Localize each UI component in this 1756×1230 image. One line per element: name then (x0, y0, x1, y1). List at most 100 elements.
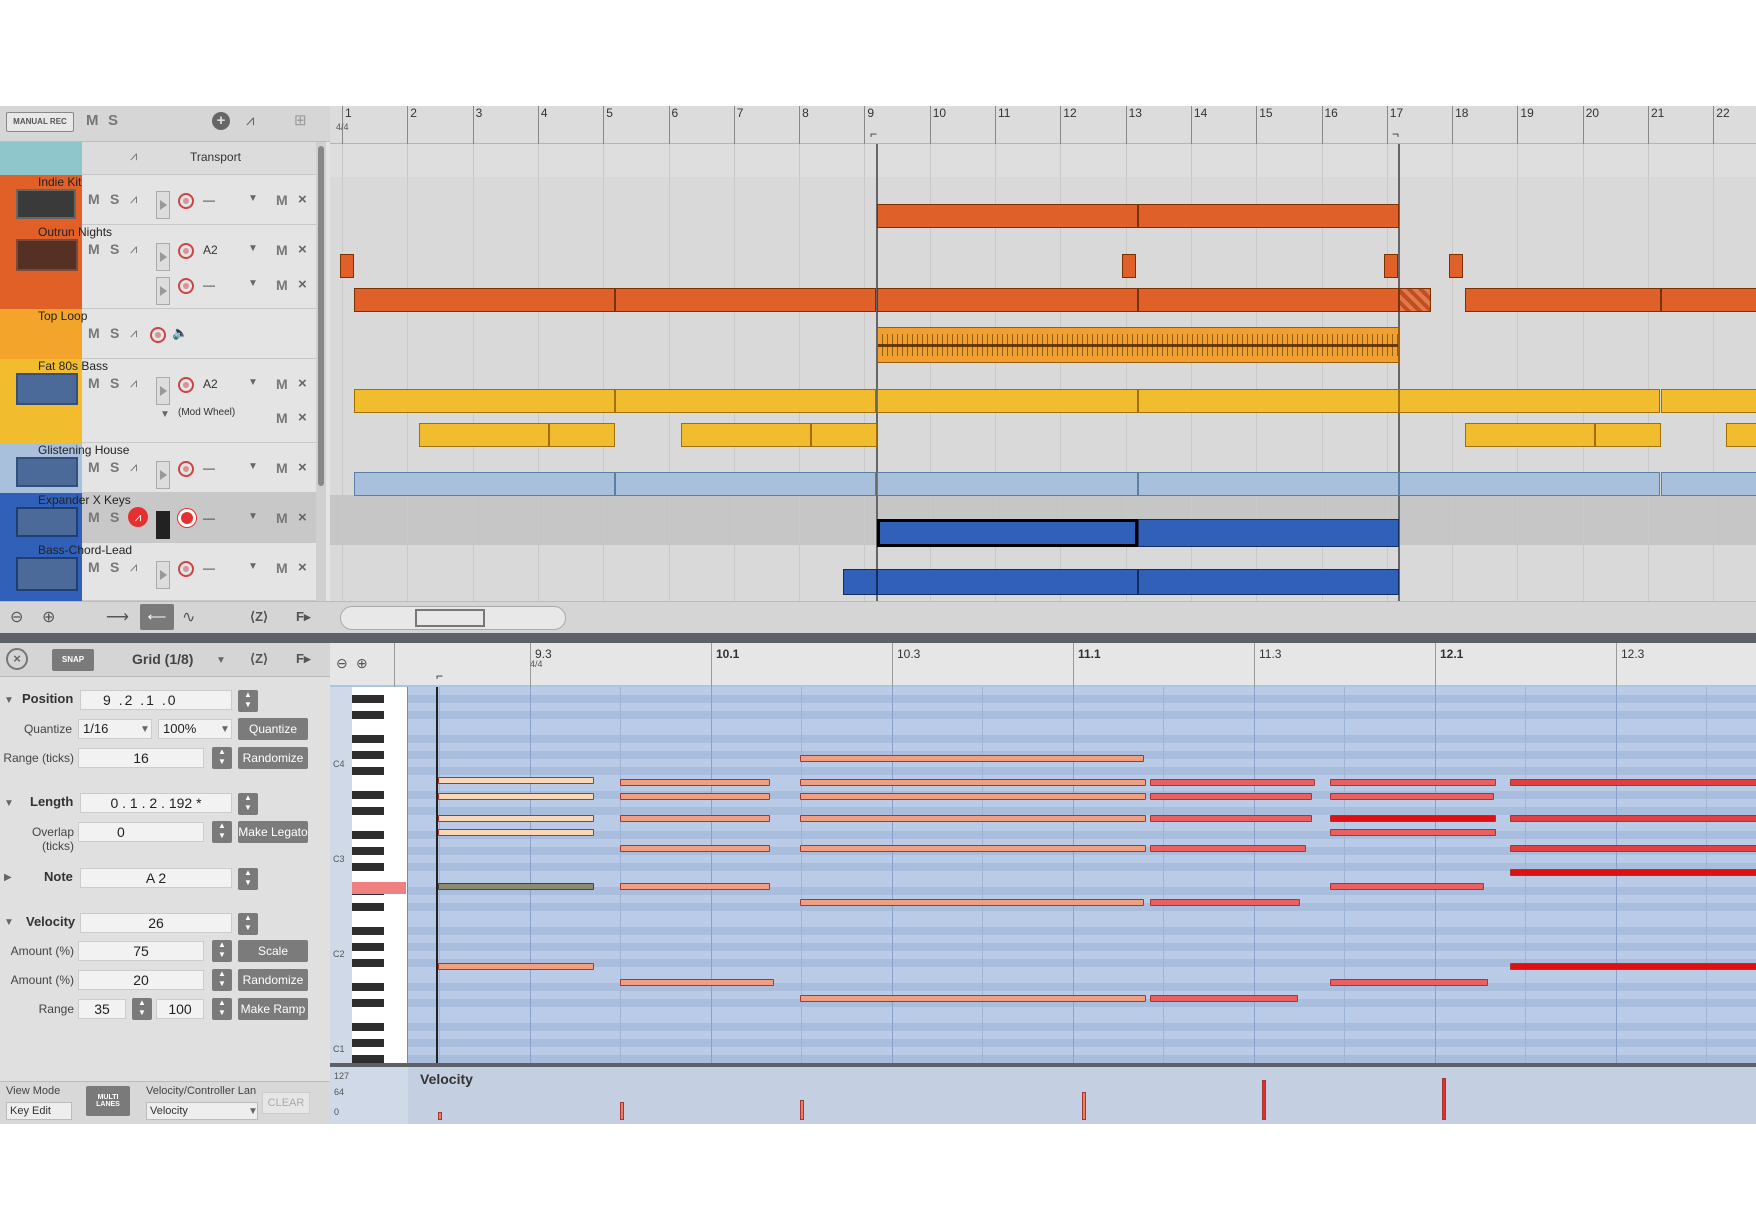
chevron-right-icon[interactable]: ▶ (4, 872, 12, 883)
track-scrollbar[interactable] (316, 142, 326, 601)
velocity-lane[interactable]: 127 64 0 Velocity (330, 1063, 1756, 1124)
velocity-bar[interactable] (1262, 1080, 1266, 1120)
solo-button[interactable]: S (110, 325, 119, 341)
playhead[interactable] (436, 687, 438, 1063)
midi-clip[interactable] (1138, 389, 1399, 413)
loop-start-icon[interactable]: ⌐ (436, 669, 443, 683)
black-key[interactable] (352, 927, 384, 935)
track-fat-80s-bass[interactable]: Fat 80s Bass M S ⩘ A2 ▼ M × ▼ (Mod Wheel… (0, 359, 316, 443)
midi-note[interactable] (1150, 995, 1298, 1002)
mute-button[interactable]: M (88, 191, 100, 207)
midi-note[interactable] (800, 793, 1146, 800)
grid-icon[interactable]: ⊞ (294, 111, 307, 129)
range-low-field[interactable]: 35 (78, 999, 126, 1019)
automation-clip[interactable] (419, 423, 549, 447)
automation-icon[interactable]: ⩘ (130, 459, 137, 475)
chevron-down-icon[interactable]: ▼ (248, 193, 258, 204)
record-arm-button[interactable] (178, 377, 194, 393)
range-ticks-stepper[interactable]: ▲ ▼ (212, 747, 232, 769)
midi-clip[interactable] (1399, 389, 1660, 413)
black-key[interactable] (352, 1023, 384, 1031)
black-key[interactable] (352, 983, 384, 991)
expand-button[interactable] (156, 511, 170, 539)
overview-scroller[interactable] (340, 606, 566, 630)
note-field[interactable]: A 2 (80, 868, 232, 888)
position-field[interactable]: 9 .2 .1 .0 (80, 690, 232, 710)
zoom-fit-button[interactable]: ⟨Z⟩ (250, 609, 268, 625)
mute-button[interactable]: M (88, 509, 100, 525)
view-mode-select[interactable]: Key Edit (6, 1102, 72, 1120)
solo-all-button[interactable]: S (108, 112, 118, 129)
mute-button[interactable]: M (88, 459, 100, 475)
automation-write-icon[interactable]: ⩘ (128, 507, 148, 527)
tool-line-icon[interactable]: ⟶ (106, 607, 129, 627)
midi-clip[interactable] (877, 204, 1138, 228)
midi-note[interactable] (620, 883, 770, 890)
chevron-down-icon[interactable]: ▼ (248, 377, 258, 388)
black-key[interactable] (352, 831, 384, 839)
automation-clip[interactable] (1595, 423, 1661, 447)
midi-clip[interactable] (615, 472, 876, 496)
midi-clip[interactable] (843, 569, 877, 595)
lane-mute-button[interactable]: M (276, 460, 288, 476)
loop-start-icon[interactable]: ⌐ (870, 127, 877, 141)
make-legato-button[interactable]: Make Legato (238, 821, 308, 843)
timeline-ruler[interactable]: 1 2 3 4 5 6 7 8 9 10 11 12 13 14 15 16 17 18 19 20 21 22 (330, 106, 1756, 144)
track-transport[interactable]: ⩘ Transport (0, 142, 316, 175)
expand-button[interactable] (156, 561, 170, 589)
midi-clip[interactable] (1465, 288, 1661, 312)
midi-note[interactable] (438, 815, 594, 822)
chevron-down-icon[interactable]: ▼ (160, 409, 170, 420)
zoom-in-icon[interactable]: ⊕ (42, 607, 55, 627)
length-stepper[interactable]: ▲ ▼ (238, 793, 258, 815)
midi-clip[interactable] (340, 254, 354, 278)
black-key[interactable] (352, 1039, 384, 1047)
midi-note[interactable] (800, 995, 1146, 1002)
record-arm-button[interactable] (178, 509, 196, 527)
zoom-in-icon[interactable]: ⊕ (356, 655, 368, 672)
range-low-stepper[interactable]: ▲ ▼ (132, 998, 152, 1020)
black-key[interactable] (352, 903, 384, 911)
close-icon[interactable]: × (298, 375, 307, 392)
track-bass-chord-lead[interactable]: Bass-Chord-Lead M S ⩘ — ▼ M × (0, 543, 316, 601)
midi-note[interactable] (620, 979, 774, 986)
note-grid[interactable] (408, 687, 1756, 1063)
piano-roll[interactable]: ⊖ ⊕ 9.3 10.1 10.3 11.1 11.3 12.1 12.3 4/4 ⌐ C4… (330, 643, 1756, 1124)
midi-clip[interactable] (877, 288, 1138, 312)
randomize-velocity-button[interactable]: Randomize (238, 969, 308, 991)
lane-mute-button[interactable]: M (276, 560, 288, 576)
track-outrun-nights[interactable]: Outrun Nights M S ⩘ A2 ▼ M × — ▼ M × (0, 225, 316, 309)
midi-clip[interactable] (354, 389, 615, 413)
midi-clip[interactable] (1138, 288, 1399, 312)
panel-divider[interactable] (0, 633, 1756, 643)
expand-button[interactable] (156, 377, 170, 405)
chevron-down-icon[interactable]: ▼ (248, 243, 258, 254)
midi-note[interactable] (438, 829, 594, 836)
midi-clip[interactable] (1122, 254, 1136, 278)
midi-note[interactable] (620, 845, 770, 852)
amount-scale-field[interactable]: 75 (78, 941, 204, 961)
track-indie-kit[interactable]: Indie Kit M S ⩘ — ▼ M × (0, 175, 316, 225)
amount-randomize-field[interactable]: 20 (78, 970, 204, 990)
black-key[interactable] (352, 1055, 384, 1063)
arrange-view[interactable]: 1 2 3 4 5 6 7 8 9 10 11 12 13 14 15 16 17 18 19 20 21 22 4/4 … (330, 106, 1756, 601)
close-icon[interactable]: × (298, 409, 307, 426)
chevron-down-icon[interactable]: ▼ (248, 461, 258, 472)
black-key[interactable] (352, 751, 384, 759)
selected-key[interactable] (352, 882, 406, 894)
close-icon[interactable]: × (298, 276, 307, 293)
chevron-down-icon[interactable]: ▼ (4, 695, 14, 706)
chevron-down-icon[interactable]: ▼ (248, 278, 258, 289)
record-arm-button[interactable] (178, 243, 194, 259)
velocity-bar[interactable] (800, 1100, 804, 1120)
lane-mute-button[interactable]: M (276, 376, 288, 392)
position-stepper[interactable]: ▲ ▼ (238, 690, 258, 712)
zoom-out-icon[interactable]: ⊖ (336, 655, 348, 672)
track-glistening-house[interactable]: Glistening House M S ⩘ — ▼ M × (0, 443, 316, 493)
multi-lanes-button[interactable]: MULTI LANES (86, 1086, 130, 1116)
amount-randomize-stepper[interactable]: ▲ ▼ (212, 969, 232, 991)
length-field[interactable]: 0 . 1 . 2 . 192 * (80, 793, 232, 813)
automation-icon[interactable]: ⩘ (130, 559, 137, 575)
expand-button[interactable] (156, 461, 170, 489)
velocity-field[interactable]: 26 (80, 913, 232, 933)
